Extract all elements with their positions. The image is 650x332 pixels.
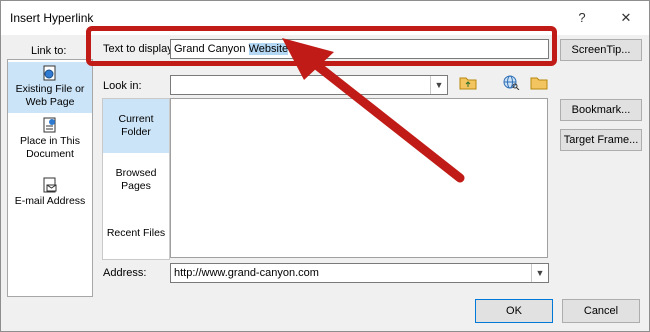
- annotation-arrow: [282, 38, 465, 183]
